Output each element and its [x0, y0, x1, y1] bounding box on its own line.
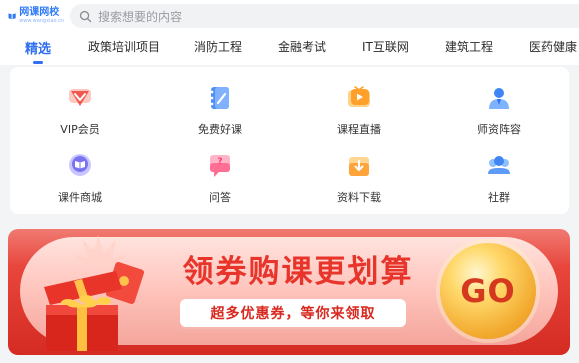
- tab-it-internet[interactable]: IT互联网: [362, 38, 409, 55]
- notebook-icon: [210, 87, 229, 109]
- logo-subtext: www.wangxiao.cn: [19, 18, 64, 24]
- tab-fire-engineering[interactable]: 消防工程: [194, 38, 242, 55]
- go-label: GO: [460, 272, 516, 310]
- go-button[interactable]: GO: [440, 243, 536, 339]
- vip-icon: [69, 89, 91, 106]
- logo-book-icon: [8, 13, 16, 20]
- grid-item-free-courses[interactable]: 免费好课: [150, 84, 290, 144]
- grid-item-qa[interactable]: ? 问答: [150, 152, 290, 212]
- banner-subtitle-pill: 超多优惠券，等你来领取: [180, 299, 406, 327]
- coupon-banner[interactable]: 领券购课更划算 超多优惠券，等你来领取 GO: [8, 229, 570, 355]
- grid-item-label: 课程直播: [337, 123, 381, 136]
- svg-text:?: ?: [217, 157, 222, 167]
- download-icon: [349, 157, 369, 176]
- book-store-icon: [69, 154, 91, 176]
- grid-item-teachers[interactable]: 师资阵容: [429, 84, 569, 144]
- grid-item-label: 问答: [209, 191, 231, 204]
- category-tabs: 精选 政策培训项目 消防工程 金融考试 IT互联网 建筑工程 医药健康: [0, 33, 579, 65]
- live-play-icon: [348, 86, 370, 107]
- search-input[interactable]: 搜索想要的内容: [70, 4, 579, 28]
- banner-subtitle: 超多优惠券，等你来领取: [210, 306, 376, 322]
- grid-item-label: 师资阵容: [477, 123, 521, 136]
- teacher-icon: [489, 88, 509, 109]
- grid-item-community[interactable]: 社群: [429, 152, 569, 212]
- question-icon: ?: [210, 155, 230, 177]
- grid-item-label: 社群: [488, 191, 510, 204]
- community-icon: [488, 156, 510, 174]
- banner-title: 领券购课更划算: [182, 254, 414, 290]
- gift-box-icon: [44, 235, 145, 351]
- tab-medicine-health[interactable]: 医药健康: [529, 38, 577, 55]
- grid-item-label: VIP会员: [60, 123, 100, 136]
- grid-item-label: 课件商城: [58, 191, 102, 204]
- search-icon: [79, 10, 92, 22]
- grid-item-downloads[interactable]: 资料下载: [289, 152, 429, 212]
- search-placeholder: 搜索想要的内容: [98, 9, 183, 24]
- tab-finance-exam[interactable]: 金融考试: [278, 38, 326, 55]
- tab-policy-training[interactable]: 政策培训项目: [88, 38, 160, 55]
- feature-grid: VIP会员 免费好课 课程直播 师资阵容 课件商城 ? 问答 资料下载 社群: [10, 67, 569, 214]
- logo-text: 网课网校: [19, 7, 60, 18]
- tab-featured[interactable]: 精选: [25, 38, 51, 57]
- header-bar: 网课网校 www.wangxiao.cn 搜索想要的内容: [0, 0, 579, 33]
- tab-construction[interactable]: 建筑工程: [445, 38, 493, 55]
- logo[interactable]: 网课网校 www.wangxiao.cn: [8, 6, 64, 26]
- grid-item-label: 资料下载: [337, 191, 381, 204]
- active-tab-indicator: [33, 61, 43, 64]
- grid-item-live[interactable]: 课程直播: [289, 84, 429, 144]
- grid-item-vip[interactable]: VIP会员: [10, 84, 150, 144]
- grid-item-courseware-store[interactable]: 课件商城: [10, 152, 150, 212]
- grid-item-label: 免费好课: [198, 123, 242, 136]
